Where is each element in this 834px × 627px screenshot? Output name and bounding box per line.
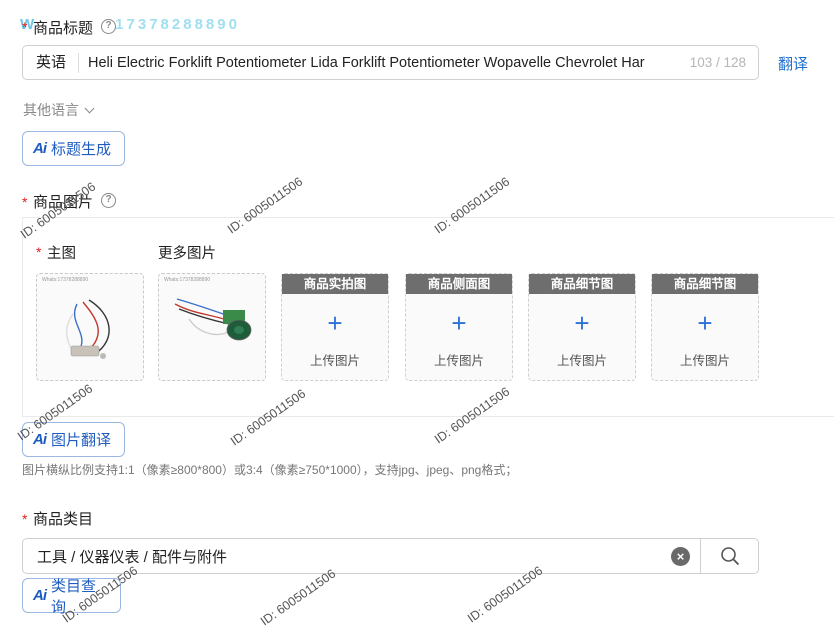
required-mark: * [22, 19, 28, 35]
plus-icon: + [327, 308, 343, 338]
more-images-label: 更多图片 [158, 246, 216, 262]
slot-title: 商品细节图 [652, 274, 758, 294]
title-input[interactable]: 英语 Heli Electric Forklift Potentiometer … [22, 45, 759, 80]
search-icon [720, 547, 739, 566]
required-mark: * [22, 511, 28, 527]
category-label: 商品类目 [33, 511, 94, 528]
plus-icon: + [574, 308, 590, 338]
potentiometer-image [65, 299, 110, 359]
id-watermark: ID: 6005011506 [258, 566, 339, 627]
slot-title: 商品实拍图 [282, 274, 388, 294]
slot-title: 商品细节图 [529, 274, 635, 294]
clear-icon[interactable]: × [671, 546, 690, 566]
title-label: 商品标题 [33, 20, 94, 37]
main-image-thumbnail[interactable]: Whats:17378288890 [36, 273, 144, 381]
upload-text: 上传图片 [556, 354, 607, 368]
upload-slot-actual[interactable]: 商品实拍图 + 上传图片 [281, 273, 389, 381]
title-value[interactable]: Heli Electric Forklift Potentiometer Lid… [79, 55, 684, 71]
title-generate-button[interactable]: Ai 标题生成 [22, 131, 125, 166]
upload-slot-detail-2[interactable]: 商品细节图 + 上传图片 [651, 273, 759, 381]
image-hint: 图片横纵比例支持1:1（像素≥800*800）或3:4（像素≥750*1000）… [22, 463, 518, 477]
potentiometer-image [174, 298, 252, 341]
upload-slot-side[interactable]: 商品侧面图 + 上传图片 [405, 273, 513, 381]
slot-title: 商品侧面图 [406, 274, 512, 294]
chevron-down-icon [84, 103, 95, 114]
translate-button[interactable]: 翻译 [778, 53, 808, 74]
help-icon[interactable]: ? [101, 193, 116, 208]
upload-text: 上传图片 [433, 354, 484, 368]
more-image-thumbnail[interactable]: Whats:17378288890 [158, 273, 266, 381]
ai-icon: Ai [33, 587, 47, 604]
ai-icon: Ai [33, 140, 47, 157]
plus-icon: + [697, 308, 713, 338]
main-image-label: 主图 [47, 246, 76, 262]
title-char-count: 103 / 128 [689, 55, 746, 70]
plus-icon: + [451, 308, 467, 338]
other-language-toggle[interactable]: 其他语言 [23, 100, 95, 120]
category-value[interactable]: 工具 / 仪器仪表 / 配件与附件 [23, 546, 671, 567]
upload-slot-detail-1[interactable]: 商品细节图 + 上传图片 [528, 273, 636, 381]
upload-text: 上传图片 [309, 354, 360, 368]
search-button[interactable] [700, 539, 758, 573]
help-icon[interactable]: ? [101, 19, 116, 34]
title-language[interactable]: 英语 [23, 52, 80, 73]
required-mark: * [22, 194, 28, 210]
required-mark: * [36, 244, 42, 260]
upload-text: 上传图片 [679, 354, 730, 368]
